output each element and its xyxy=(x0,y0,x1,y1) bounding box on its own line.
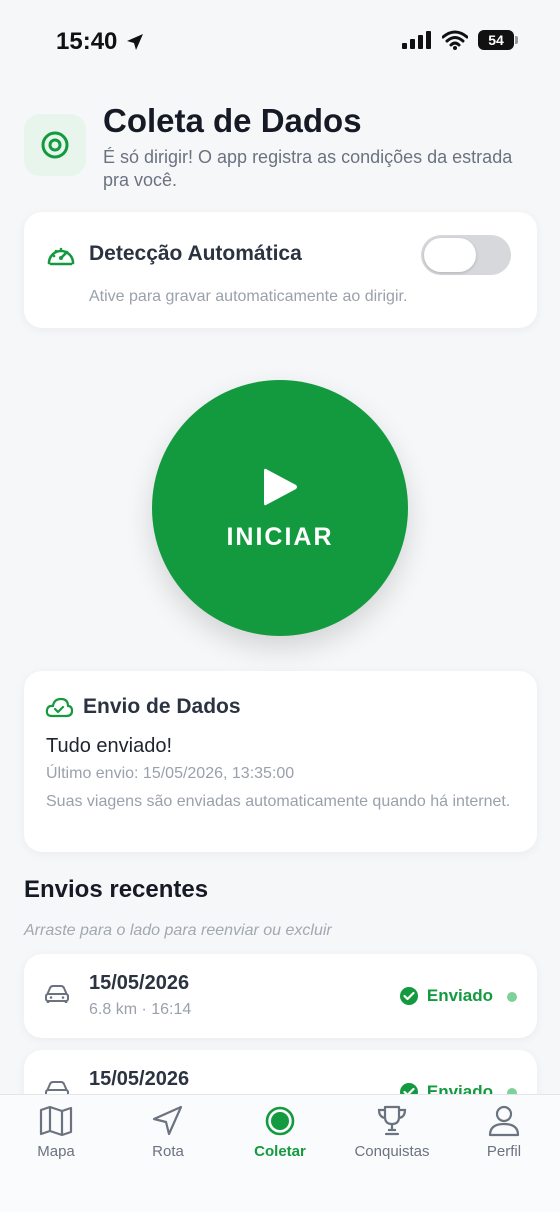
recent-title: Envios recentes xyxy=(24,876,209,903)
record-icon xyxy=(265,1106,295,1136)
user-icon xyxy=(488,1105,520,1137)
tab-bar: Mapa Rota Coletar Conquistas Perfil xyxy=(0,1094,560,1212)
trip-date: 15/05/2026 xyxy=(89,1068,190,1090)
check-circle-icon xyxy=(399,987,418,1005)
auto-detect-title: Detecção Automática xyxy=(89,242,302,265)
upload-status: Tudo enviado! xyxy=(46,735,173,757)
tab-coletar-label: Coletar xyxy=(254,1143,306,1160)
tab-mapa[interactable]: Mapa xyxy=(0,1105,112,1160)
trip-status: Enviado xyxy=(399,1082,493,1094)
navigation-icon xyxy=(152,1105,183,1136)
status-dot xyxy=(507,992,517,1002)
auto-detect-toggle[interactable] xyxy=(421,235,511,275)
trip-date: 15/05/2026 xyxy=(89,972,190,994)
upload-last-sent: Último envio: 15/05/2026, 13:35:00 xyxy=(46,765,295,782)
auto-detect-card: Detecção Automática Ative para gravar au… xyxy=(24,212,537,328)
tab-coletar[interactable]: Coletar xyxy=(224,1105,336,1160)
status-bar: 15:40 54 xyxy=(0,0,560,84)
speedometer-icon xyxy=(47,247,75,266)
map-icon xyxy=(39,1105,73,1137)
cloud-check-icon xyxy=(45,697,73,718)
tab-mapa-label: Mapa xyxy=(37,1143,75,1160)
upload-note: Suas viagens são enviadas automaticament… xyxy=(46,793,511,810)
battery-level: 54 xyxy=(488,32,504,48)
list-item[interactable]: 15/05/2026 6.8 km · 16:14 Enviado xyxy=(24,954,537,1038)
status-icons: 54 xyxy=(402,30,518,50)
tab-conquistas-label: Conquistas xyxy=(354,1143,430,1160)
status-time: 15:40 xyxy=(56,28,145,56)
recent-list[interactable]: 15/05/2026 6.8 km · 16:14 Enviado 15/05/… xyxy=(0,940,560,1094)
trip-status-label: Enviado xyxy=(426,1082,493,1094)
upload-title: Envio de Dados xyxy=(83,695,241,718)
tab-conquistas[interactable]: Conquistas xyxy=(336,1105,448,1160)
play-icon xyxy=(264,468,297,505)
car-icon xyxy=(45,1081,69,1094)
signal-icon xyxy=(402,31,431,49)
trip-status: Enviado xyxy=(399,986,493,1006)
page-subtitle: É só dirigir! O app registra as condiçõe… xyxy=(103,147,513,190)
tab-perfil[interactable]: Perfil xyxy=(448,1105,560,1160)
auto-detect-description: Ative para gravar automaticamente ao dir… xyxy=(89,288,408,305)
recent-hint: Arraste para o lado para reenviar ou exc… xyxy=(24,922,332,939)
battery-indicator: 54 xyxy=(478,30,518,50)
trophy-icon xyxy=(377,1105,407,1136)
car-icon xyxy=(45,985,69,1003)
header-icon-badge xyxy=(24,114,86,176)
trip-status-label: Enviado xyxy=(426,986,493,1005)
wifi-icon xyxy=(442,30,468,50)
tab-rota-label: Rota xyxy=(152,1143,184,1160)
trip-meta: 6.8 km · 16:14 xyxy=(89,1001,192,1018)
target-icon xyxy=(41,131,69,159)
tab-rota[interactable]: Rota xyxy=(112,1105,224,1160)
page-title: Coleta de Dados xyxy=(103,102,362,139)
tab-perfil-label: Perfil xyxy=(486,1143,522,1160)
list-item[interactable]: 15/05/2026 Enviado xyxy=(24,1050,537,1094)
upload-card: Envio de Dados Tudo enviado! Último envi… xyxy=(24,671,537,852)
status-time-label: 15:40 xyxy=(56,28,118,55)
check-circle-icon xyxy=(399,1083,418,1094)
location-arrow-icon xyxy=(127,34,144,50)
toggle-knob xyxy=(424,238,476,272)
start-button[interactable]: INICIAR xyxy=(152,380,408,636)
start-button-label: INICIAR xyxy=(226,522,334,551)
